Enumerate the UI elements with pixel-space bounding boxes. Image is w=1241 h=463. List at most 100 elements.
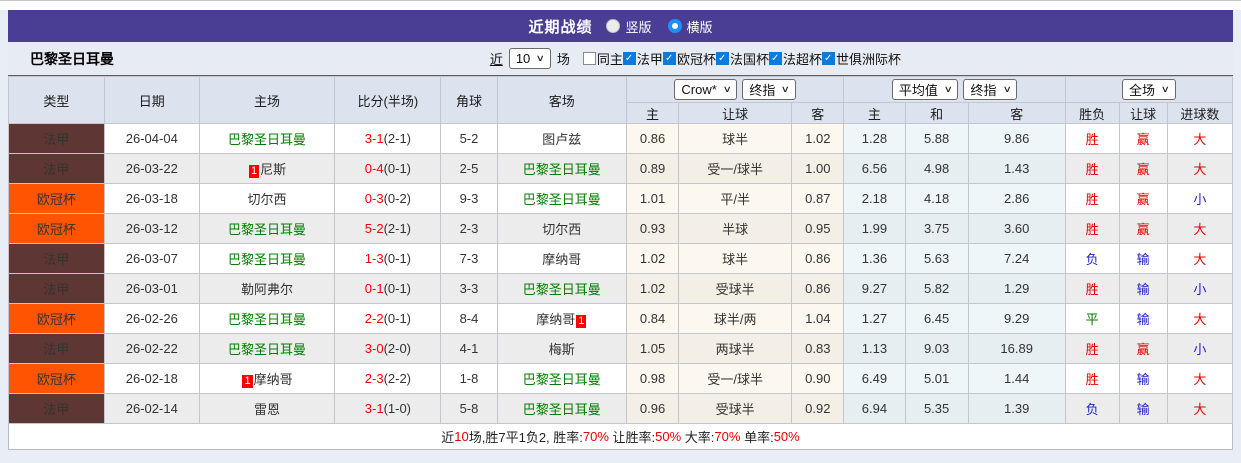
avg-draw-odds: 5.35 (904, 393, 969, 424)
home-team-cell: 切尔西 (198, 183, 336, 214)
handicap-line: 平/半 (678, 183, 793, 214)
chevron-down-icon: ∨ (1160, 84, 1170, 94)
radio-selected-icon[interactable] (667, 19, 682, 33)
checkbox-label: 欧冠杯 (676, 52, 716, 67)
summary-text-part: 10 (454, 429, 469, 444)
corners-cell: 4-1 (440, 333, 498, 364)
handicap-home-odds: 1.05 (626, 333, 680, 364)
halftime-score: (0-1) (383, 161, 412, 176)
average-select[interactable]: 平均值 ∨ (891, 79, 959, 100)
filter-checkbox[interactable]: 法超杯 (768, 49, 822, 68)
avg-draw-odds: 4.98 (904, 153, 969, 184)
team-label: 切尔西 (247, 192, 287, 207)
handicap-line: 球半 (678, 123, 793, 154)
handicap-home-odds: 0.98 (626, 363, 680, 394)
result-handicap: 赢 (1118, 153, 1168, 184)
result-label: 大 (1193, 132, 1207, 147)
fulltime-score: 2-3 (364, 371, 384, 386)
result-handicap: 输 (1118, 393, 1168, 424)
avg-home-odds: 1.99 (843, 213, 906, 244)
date-cell: 26-03-07 (103, 243, 200, 274)
avg-away-odds: 9.86 (967, 123, 1066, 154)
handicap-home-odds: 0.89 (626, 153, 680, 184)
date-cell: 26-04-04 (103, 123, 200, 154)
result-label: 赢 (1136, 162, 1150, 177)
table-row: 欧冠杯 26-02-26 巴黎圣日耳曼 2-2(0-1) 8-4 摩纳哥 1 0.84 球半/两… (8, 303, 1234, 334)
date-cell: 26-03-12 (103, 213, 200, 244)
version-radio[interactable]: 竖版 (606, 17, 652, 36)
filter-controls: 近 10 ∨ 场 同主法甲欧冠杯法国杯法超杯世俱洲际杯 (490, 48, 901, 69)
filter-checkbox[interactable]: 法甲 (622, 49, 663, 68)
result-label: 赢 (1136, 192, 1150, 207)
team-label: 摩纳哥 (542, 252, 582, 267)
away-team-cell: 巴黎圣日耳曼 (496, 363, 628, 394)
result-label: 大 (1193, 252, 1207, 267)
filter-checkbox[interactable]: 欧冠杯 (662, 49, 716, 68)
recent-results-panel: 近期战绩 竖版横版 巴黎圣日耳曼 近 10 ∨ 场 同主法甲欧冠杯法国杯法超杯世… (0, 0, 1241, 463)
league-badge: 法甲 (8, 153, 105, 184)
filter-checkbox[interactable]: 同主 (582, 49, 623, 68)
avg-away-odds: 7.24 (967, 243, 1066, 274)
recent-suffix-label: 场 (556, 52, 570, 67)
league-badge: 法甲 (8, 123, 105, 154)
recent-count-value: 10 (515, 51, 531, 66)
scope-select[interactable]: 全场 ∨ (1122, 79, 1176, 100)
avg-draw-odds: 6.45 (904, 303, 969, 334)
away-team-cell: 巴黎圣日耳曼 (496, 183, 628, 214)
date-cell: 26-02-26 (103, 303, 200, 334)
away-team-cell: 巴黎圣日耳曼 (496, 393, 628, 424)
score-cell: 2-3(2-2) (334, 363, 442, 394)
checkbox-checked-icon[interactable] (768, 52, 782, 65)
result-winloss: 胜 (1064, 123, 1120, 154)
result-label: 大 (1193, 162, 1207, 177)
date-cell: 26-02-22 (103, 333, 200, 364)
handicap-stage-select[interactable]: 终指 ∨ (742, 79, 796, 100)
halftime-score: (2-1) (383, 221, 412, 236)
average-stage-select[interactable]: 终指 ∨ (963, 79, 1018, 100)
sub-column-header: 客 (791, 102, 845, 124)
result-goals: 大 (1166, 243, 1234, 274)
halftime-score: (0-2) (383, 191, 412, 206)
sub-column-header: 和 (904, 102, 969, 124)
filter-checkbox[interactable]: 法国杯 (715, 49, 769, 68)
team-label: 巴黎圣日耳曼 (228, 312, 307, 327)
fulltime-score: 3-1 (364, 401, 384, 416)
score-cell: 2-2(0-1) (334, 303, 442, 334)
handicap-away-odds: 0.83 (791, 333, 845, 364)
checkbox-checked-icon[interactable] (821, 52, 835, 65)
chevron-down-icon: ∨ (722, 84, 732, 94)
team-label: 切尔西 (542, 222, 582, 237)
handicap-home-odds: 0.86 (626, 123, 680, 154)
league-badge: 法甲 (8, 273, 105, 304)
result-handicap: 输 (1118, 243, 1168, 274)
checkbox-checked-icon[interactable] (715, 52, 729, 65)
fulltime-score: 3-1 (364, 131, 384, 146)
result-label: 输 (1136, 402, 1150, 417)
team-label: 巴黎圣日耳曼 (522, 192, 601, 207)
radio-unselected-icon[interactable] (606, 19, 621, 33)
checkbox-checked-icon[interactable] (662, 52, 676, 65)
recent-link[interactable]: 近 (490, 49, 503, 68)
checkbox-unchecked-icon[interactable] (582, 52, 596, 65)
home-team-cell: 1 尼斯 (198, 153, 336, 184)
filter-checkbox[interactable]: 世俱洲际杯 (821, 49, 901, 68)
top-strip (0, 0, 1241, 10)
version-radio[interactable]: 横版 (667, 17, 713, 36)
result-label: 输 (1136, 312, 1150, 327)
result-label: 输 (1136, 252, 1150, 267)
avg-away-odds: 3.60 (967, 213, 1066, 244)
scope-value: 全场 (1129, 83, 1156, 98)
result-label: 小 (1193, 192, 1207, 207)
avg-home-odds: 1.27 (843, 303, 906, 334)
chevron-down-icon: ∨ (943, 84, 953, 94)
column-header: 日期 (103, 76, 200, 124)
away-team-cell: 巴黎圣日耳曼 (496, 273, 628, 304)
handicap-away-odds: 0.87 (791, 183, 845, 214)
corners-cell: 7-3 (440, 243, 498, 274)
odds-company-select[interactable]: Crow* ∨ (674, 79, 738, 100)
table-row: 法甲 26-03-22 1 尼斯 0-4(0-1) 2-5 巴黎圣日耳曼 0.89 受一/球半 1… (8, 153, 1234, 184)
corners-cell: 2-3 (440, 213, 498, 244)
checkbox-checked-icon[interactable] (622, 52, 636, 65)
recent-count-select[interactable]: 10 ∨ (508, 48, 551, 69)
team-name: 巴黎圣日耳曼 (30, 50, 114, 67)
